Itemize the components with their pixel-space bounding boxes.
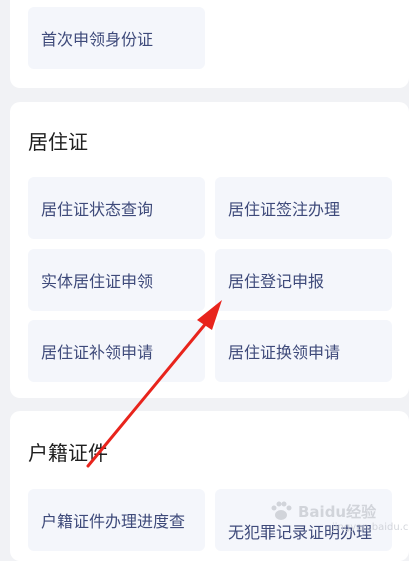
- residence-permit-section: 居住证 居住证状态查询 居住证签注办理 实体居住证申领 居住登记申报 居住证补领…: [10, 102, 409, 398]
- item-label: 居住登记申报: [228, 272, 325, 291]
- item-label: 居住证签注办理: [228, 200, 341, 219]
- item-label: 实体居住证申领: [41, 272, 154, 291]
- section-title: 居住证: [28, 130, 88, 154]
- item-label: 居住证状态查询: [41, 200, 154, 219]
- identity-card-section: 首次申领身份证: [10, 0, 409, 88]
- item-label: 居住证补领申请: [41, 343, 154, 362]
- permit-renewal-button[interactable]: 居住证换领申请: [215, 320, 392, 382]
- item-label: 无犯罪记录证明办理: [228, 523, 373, 542]
- physical-permit-application-button[interactable]: 实体居住证申领: [28, 249, 205, 311]
- first-id-card-application-button[interactable]: 首次申领身份证: [28, 7, 205, 69]
- no-criminal-record-button[interactable]: 无犯罪记录证明办理: [215, 489, 392, 551]
- item-label: 户籍证件办理进度查: [41, 512, 186, 531]
- permit-reissue-button[interactable]: 居住证补领申请: [28, 320, 205, 382]
- item-label: 首次申领身份证: [41, 30, 154, 49]
- residence-registration-button[interactable]: 居住登记申报: [215, 249, 392, 311]
- item-label: 居住证换领申请: [228, 343, 341, 362]
- household-progress-query-button[interactable]: 户籍证件办理进度查: [28, 489, 205, 551]
- residence-status-query-button[interactable]: 居住证状态查询: [28, 177, 205, 239]
- section-title: 户籍证件: [28, 441, 108, 465]
- residence-endorsement-button[interactable]: 居住证签注办理: [215, 177, 392, 239]
